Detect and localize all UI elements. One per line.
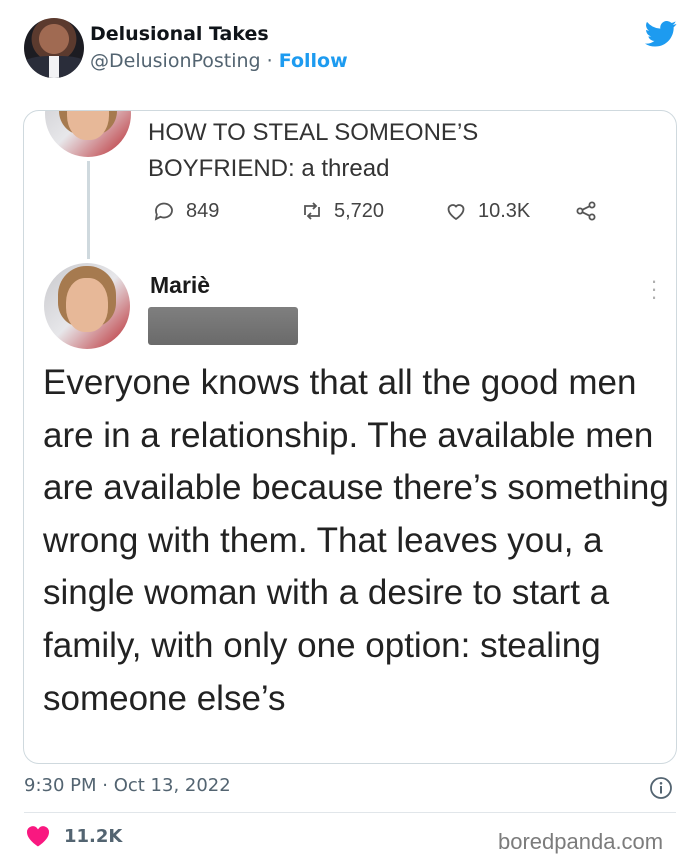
tweet-author-avatar <box>44 263 130 349</box>
author-handle-row: @DelusionPosting · Follow <box>90 50 348 72</box>
quoted-text-line-2: BOYFRIEND: a thread <box>148 155 390 182</box>
tweet-timestamp[interactable]: 9:30 PM · Oct 13, 2022 <box>24 775 231 796</box>
like-total: 11.2K <box>64 825 123 847</box>
info-icon[interactable] <box>649 776 673 800</box>
author-name[interactable]: Delusional Takes <box>90 23 269 45</box>
quoted-author-avatar <box>45 111 131 157</box>
tweet-author-name: Mariè <box>150 272 211 298</box>
tweet-body-text: Everyone knows that all the good men are… <box>43 363 669 718</box>
author-handle[interactable]: @DelusionPosting <box>90 50 261 72</box>
share-icon <box>576 201 596 221</box>
twitter-bird-icon[interactable] <box>645 20 677 48</box>
retweet-count: 5,720 <box>334 199 385 222</box>
quoted-tweet-text: HOW TO STEAL SOMEONE’S BOYFRIEND: a thre… <box>148 115 648 187</box>
share-stat <box>574 199 598 223</box>
reply-stat: 849 <box>152 199 219 223</box>
quoted-text-line-1: HOW TO STEAL SOMEONE’S <box>148 119 479 146</box>
thread-connector-line <box>87 161 90 259</box>
retweet-icon <box>304 202 320 220</box>
like-stat: 10.3K <box>444 199 530 223</box>
heart-outline-icon <box>447 204 465 221</box>
reply-count: 849 <box>186 199 220 222</box>
embedded-screenshot[interactable]: HOW TO STEAL SOMEONE’S BOYFRIEND: a thre… <box>23 110 677 764</box>
like-count: 10.3K <box>478 199 531 222</box>
heart-icon[interactable] <box>26 825 50 847</box>
footer-divider <box>24 812 676 813</box>
reply-icon <box>154 202 173 221</box>
follow-button[interactable]: Follow <box>279 50 348 72</box>
retweet-stat: 5,720 <box>300 199 384 223</box>
like-action[interactable]: 11.2K <box>26 825 122 847</box>
watermark: boredpanda.com <box>498 829 664 854</box>
separator-dot: · <box>260 50 279 72</box>
more-options-icon: · · · <box>650 268 658 309</box>
author-avatar[interactable] <box>24 18 84 78</box>
redacted-handle <box>148 307 298 345</box>
